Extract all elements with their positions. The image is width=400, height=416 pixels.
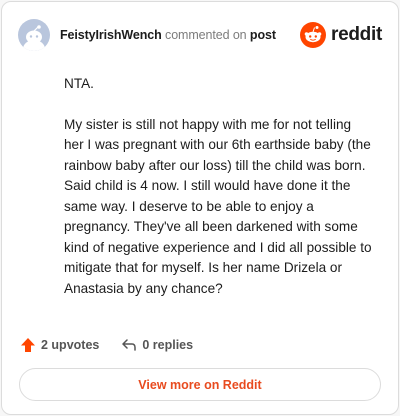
post-link[interactable]: post: [250, 28, 276, 42]
replies-button[interactable]: 0 replies: [121, 337, 193, 353]
reply-arrow-icon: [122, 339, 137, 351]
user-avatar[interactable]: [18, 19, 50, 51]
reddit-wordmark: reddit: [331, 24, 382, 45]
comment-header: FeistyIrishWench commented on post reddi…: [18, 18, 382, 52]
comment-actions: 2 upvotes 0 replies: [20, 335, 193, 355]
byline: FeistyIrishWench commented on post: [60, 28, 276, 42]
reddit-logo-icon: [300, 22, 327, 48]
view-more-button[interactable]: View more on Reddit: [19, 368, 381, 401]
upvotes-count: 2 upvotes: [41, 338, 100, 352]
comment-body: NTA. My sister is still not happy with m…: [64, 74, 374, 319]
replies-count: 0 replies: [142, 338, 194, 352]
reddit-logo[interactable]: reddit: [300, 22, 382, 48]
upvote-arrow-icon: [21, 338, 35, 352]
comment-paragraph: My sister is still not happy with me for…: [64, 116, 372, 296]
snoo-avatar-icon: [23, 25, 45, 51]
embedded-comment-card: FeistyIrishWench commented on post reddi…: [1, 1, 399, 415]
byline-action-text: commented on: [161, 28, 250, 42]
username-link[interactable]: FeistyIrishWench: [60, 28, 162, 42]
comment-paragraph: NTA.: [64, 76, 94, 91]
upvotes-button[interactable]: 2 upvotes: [20, 337, 99, 353]
